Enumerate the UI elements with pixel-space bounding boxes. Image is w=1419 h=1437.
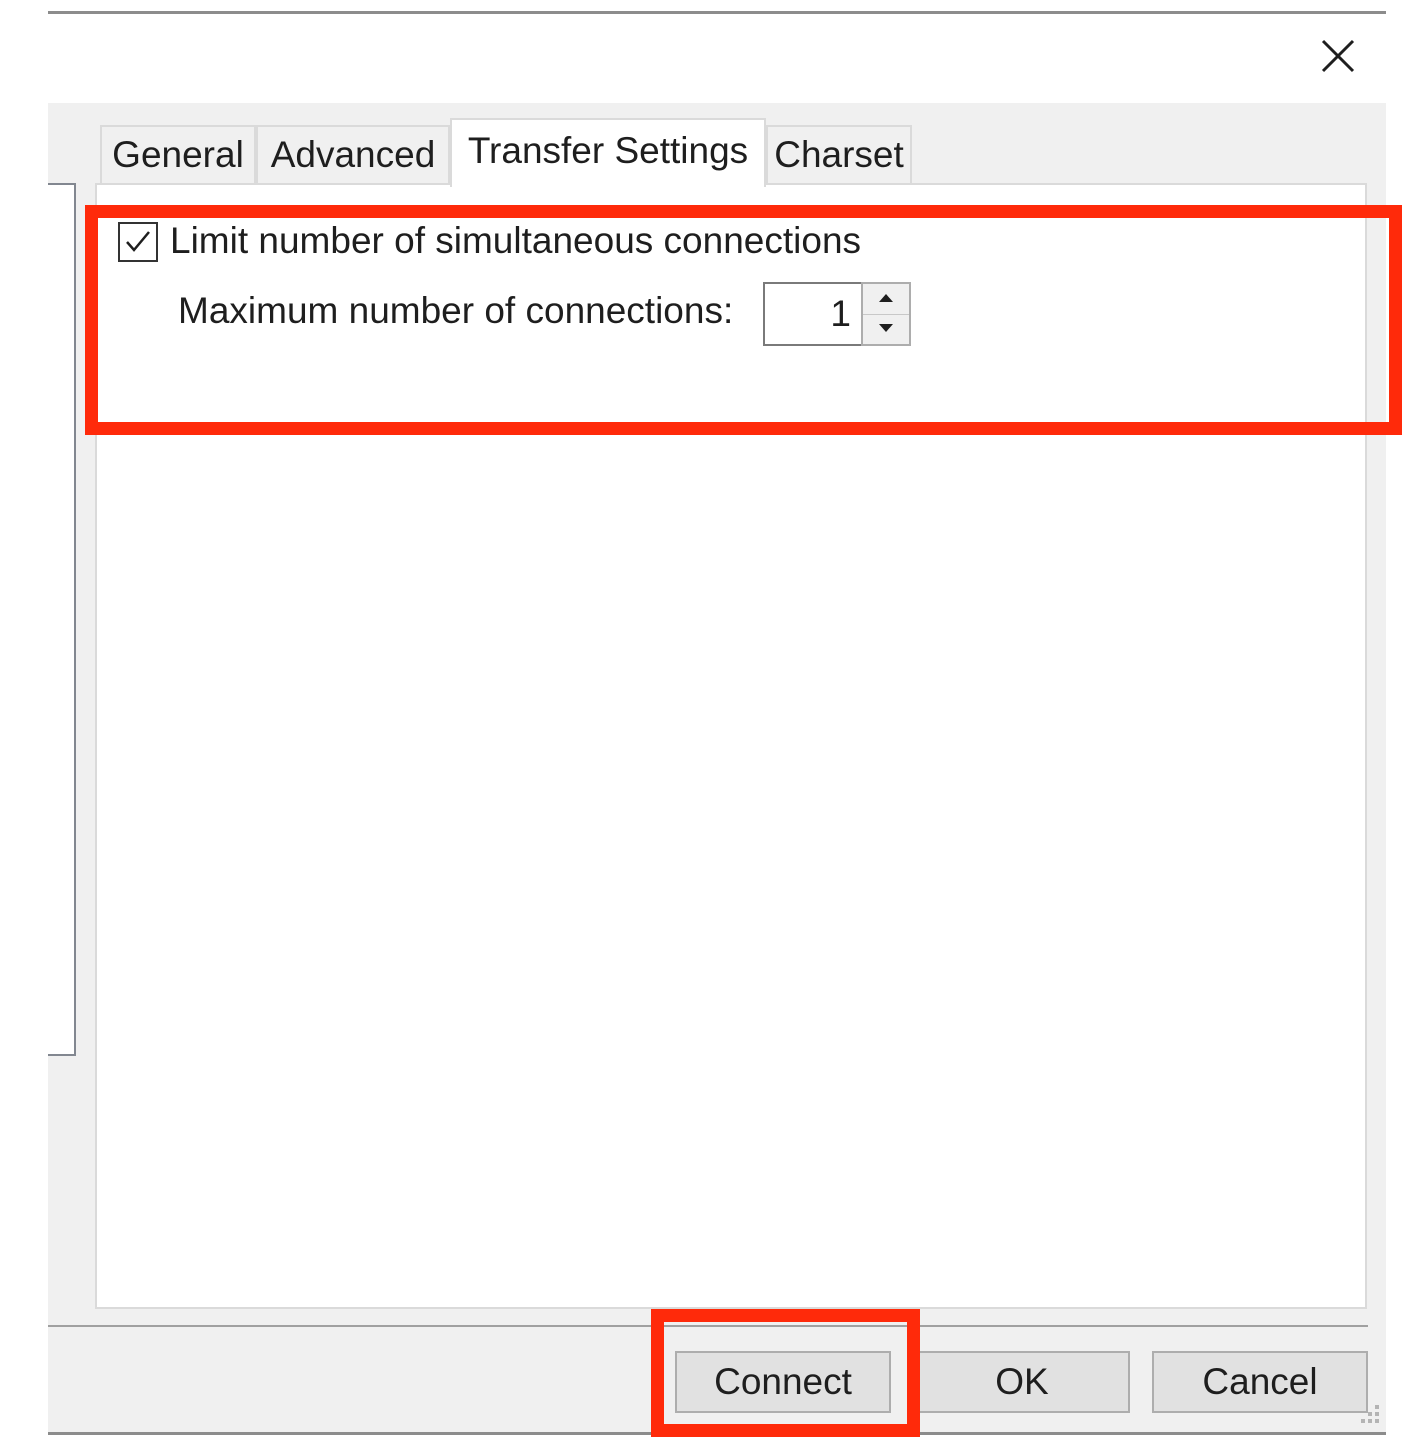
triangle-up-icon	[878, 290, 894, 308]
cancel-button-label: Cancel	[1202, 1361, 1318, 1402]
max-connections-input[interactable]	[763, 282, 863, 346]
tab-charset[interactable]: Charset	[766, 125, 912, 183]
connect-button[interactable]: Connect	[675, 1351, 891, 1413]
ok-button-label: OK	[995, 1361, 1049, 1402]
tab-label: Charset	[774, 134, 904, 175]
triangle-down-icon	[878, 320, 894, 338]
max-connections-stepper[interactable]	[861, 282, 911, 346]
site-tree-pane[interactable]	[48, 183, 76, 1056]
cancel-button[interactable]: Cancel	[1152, 1351, 1368, 1413]
close-icon	[1320, 38, 1356, 79]
window-bottom-border	[48, 1432, 1386, 1435]
stepper-down-button[interactable]	[863, 315, 909, 345]
tab-label: Advanced	[270, 134, 436, 175]
tab-transfer-settings[interactable]: Transfer Settings	[450, 118, 766, 187]
close-button[interactable]	[1310, 32, 1366, 84]
connect-button-label: Connect	[714, 1361, 852, 1402]
tab-label: Transfer Settings	[467, 129, 749, 171]
tab-label: General	[112, 134, 244, 175]
footer-separator	[48, 1325, 1368, 1327]
ok-button[interactable]: OK	[914, 1351, 1130, 1413]
limit-connections-checkbox[interactable]	[118, 222, 158, 262]
tab-general[interactable]: General	[100, 125, 256, 183]
tab-advanced[interactable]: Advanced	[256, 125, 450, 183]
stepper-up-button[interactable]	[863, 284, 909, 315]
resize-grip-icon[interactable]	[1354, 1402, 1382, 1428]
limit-connections-label[interactable]: Limit number of simultaneous connections	[170, 220, 861, 262]
max-connections-label: Maximum number of connections:	[178, 290, 734, 331]
window-top-border	[48, 11, 1386, 14]
transfer-settings-panel	[95, 183, 1367, 1309]
